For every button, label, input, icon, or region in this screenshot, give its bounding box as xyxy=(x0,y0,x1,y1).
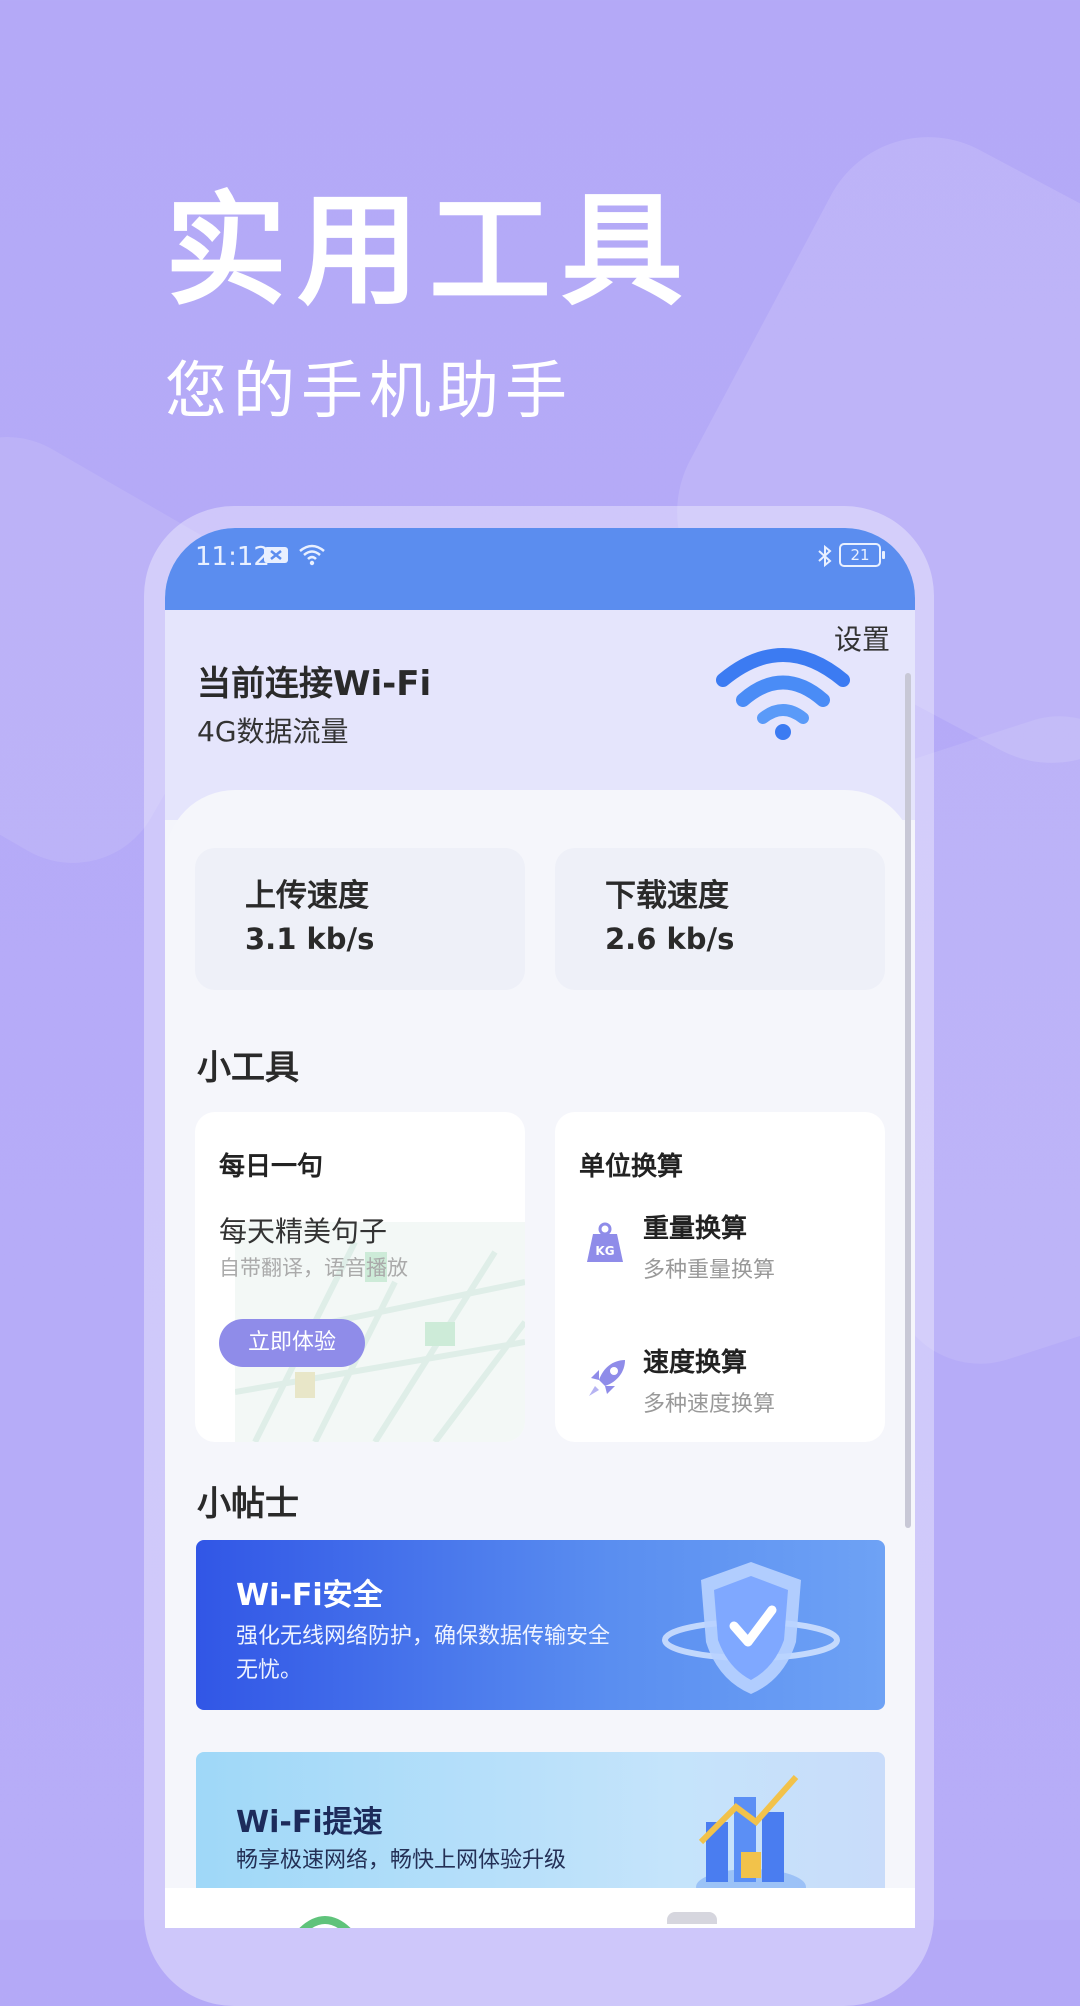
download-speed-value: 2.6 kb/s xyxy=(605,922,735,956)
main-content: 上传速度 3.1 kb/s 下载速度 2.6 kb/s 小工具 每日一句 每天精… xyxy=(165,790,915,1928)
daily-quote-card[interactable]: 每日一句 每天精美句子 自带翻译，语音播放 立即体验 xyxy=(195,1112,525,1442)
wifi-security-title: Wi-Fi安全 xyxy=(236,1578,383,1613)
kg-weight-icon: KG xyxy=(587,1222,623,1262)
speed-conversion-desc: 多种速度换算 xyxy=(643,1392,776,1417)
tab-tools-icon[interactable] xyxy=(665,1910,719,1928)
upload-speed-label: 上传速度 xyxy=(245,878,369,914)
daily-quote-subtitle: 自带翻译，语音播放 xyxy=(219,1256,408,1280)
svg-text:KG: KG xyxy=(595,1244,614,1258)
daily-quote-title: 每日一句 xyxy=(219,1152,324,1182)
rocket-icon xyxy=(589,1360,625,1396)
phone-screen: 11:12 21 设置 当前连接Wi-Fi 4G数据流量 上传速度 3.1 kb… xyxy=(165,528,915,1928)
wifi-connection-title: 当前连接Wi-Fi xyxy=(197,664,432,704)
bluetooth-icon xyxy=(818,544,832,568)
promo-subtitle: 您的手机助手 xyxy=(165,354,574,427)
wifi-illustration-icon xyxy=(716,648,850,740)
weight-conversion-desc: 多种重量换算 xyxy=(643,1258,776,1283)
battery-indicator: 21 xyxy=(839,543,885,567)
try-now-button[interactable]: 立即体验 xyxy=(219,1319,365,1367)
unit-conversion-title: 单位换算 xyxy=(579,1152,684,1182)
notification-icon xyxy=(264,547,288,563)
weight-conversion-name: 重量换算 xyxy=(643,1214,748,1244)
daily-quote-line: 每天精美句子 xyxy=(219,1215,388,1248)
wifi-security-card[interactable]: Wi-Fi安全 强化无线网络防护，确保数据传输安全无忧。 xyxy=(196,1540,885,1710)
wifi-boost-desc: 畅享极速网络，畅快上网体验升级 xyxy=(236,1848,567,1873)
status-time: 11:12 xyxy=(195,542,270,572)
download-speed-card: 下载速度 2.6 kb/s xyxy=(555,848,885,990)
wifi-boost-title: Wi-Fi提速 xyxy=(236,1805,383,1840)
wifi-status-icon xyxy=(299,544,325,566)
unit-conversion-card: 单位换算 KG 重量换算 多种重量换算 速度换算 多种速度换算 xyxy=(555,1112,885,1442)
scrollbar[interactable] xyxy=(905,673,911,1528)
speed-conversion-item[interactable]: 速度换算 多种速度换算 xyxy=(585,1342,865,1432)
status-bar: 11:12 21 xyxy=(165,528,915,610)
upload-speed-card: 上传速度 3.1 kb/s xyxy=(195,848,525,990)
bottom-tab-bar xyxy=(165,1888,915,1928)
weight-conversion-item[interactable]: KG 重量换算 多种重量换算 xyxy=(585,1208,865,1298)
upload-speed-value: 3.1 kb/s xyxy=(245,922,375,956)
download-speed-label: 下载速度 xyxy=(605,878,729,914)
speed-conversion-name: 速度换算 xyxy=(643,1348,748,1378)
shield-icon xyxy=(662,1562,840,1694)
promo-title: 实用工具 xyxy=(165,180,693,322)
tab-wifi-icon[interactable] xyxy=(297,1910,353,1928)
wifi-security-desc: 强化无线网络防护，确保数据传输安全无忧。 xyxy=(236,1624,611,1683)
tools-section-title: 小工具 xyxy=(197,1048,299,1088)
wifi-connection-subtitle: 4G数据流量 xyxy=(197,715,349,748)
tips-section-title: 小帖士 xyxy=(197,1484,299,1524)
